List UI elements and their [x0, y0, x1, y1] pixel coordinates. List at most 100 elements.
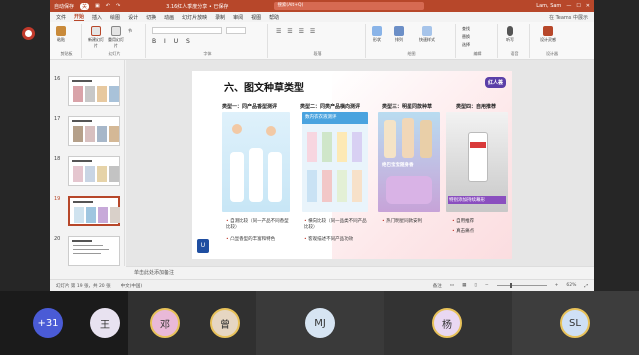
arrange-button[interactable]: 排列	[394, 26, 404, 43]
arrange-icon	[394, 26, 404, 36]
save-icon[interactable]: ▣	[95, 3, 100, 9]
avatar[interactable]: 曾	[210, 308, 240, 338]
language-indicator[interactable]: 中文(中国)	[121, 283, 143, 289]
avatar[interactable]: 王	[90, 308, 120, 338]
reuse-slides-button[interactable]: 重用幻灯片	[107, 26, 125, 49]
tab-slideshow[interactable]: 幻灯片放映	[182, 14, 207, 21]
close-icon[interactable]: ✕	[586, 3, 590, 9]
column-heading: 类型三：明星同款种草	[382, 104, 433, 110]
ribbon-group-editing: 查找 替换 选择 编辑	[458, 24, 498, 58]
zoom-out-icon[interactable]: −	[485, 283, 489, 288]
thumbnail-row[interactable]: 17	[54, 116, 122, 148]
minimize-icon[interactable]: —	[566, 3, 571, 9]
meeting-participants-strip: +31 王 邓 曾 MJ 杨 SL	[0, 291, 639, 355]
tab-review[interactable]: 审阅	[233, 14, 243, 21]
current-slide[interactable]: 六、图文种草类型 红人荟 类型一：同产品香型测评 自测比较（同一产品不同香型比较…	[192, 71, 512, 259]
product-image: 绝巴宝宝随身香	[378, 112, 440, 212]
paste-button[interactable]: 粘贴	[56, 26, 66, 43]
shapes-button[interactable]: 形状	[372, 26, 382, 43]
microphone-icon	[507, 26, 513, 36]
column-heading: 类型二：同类产品横向测评	[300, 104, 361, 110]
product-image	[222, 112, 290, 212]
slide-thumbnail[interactable]	[68, 116, 120, 146]
tab-insert[interactable]: 插入	[92, 14, 102, 21]
search-input[interactable]: 搜索(Alt+Q)	[274, 2, 425, 10]
ribbon-group-voice: 听写 语音	[500, 24, 530, 58]
participant-tile[interactable]: SL	[512, 291, 639, 355]
slide-thumbnail[interactable]	[68, 156, 120, 186]
slide-thumbnail[interactable]	[68, 76, 120, 106]
ribbon-group-clipboard: 粘贴 剪贴板	[52, 24, 82, 58]
undo-icon[interactable]: ↶	[106, 3, 110, 9]
font-name-select[interactable]	[152, 27, 222, 34]
column-heading: 类型四：自用推荐	[456, 104, 497, 110]
overflow-participants-avatar[interactable]: +31	[33, 308, 63, 338]
ribbon-group-designer: 设计灵感 设计器	[532, 24, 572, 58]
shapes-icon	[372, 26, 382, 36]
avatar[interactable]: 杨	[432, 308, 462, 338]
zoom-slider-thumb[interactable]	[510, 283, 513, 288]
maximize-icon[interactable]: ☐	[576, 3, 580, 9]
tab-record[interactable]: 录制	[215, 14, 225, 21]
ribbon: 粘贴 剪贴板 新建幻灯片 重用幻灯片 节 幻灯片 B I U S 字体 ☰ ☰ …	[50, 22, 594, 60]
notes-input[interactable]: 单击此处添加备注	[126, 266, 594, 279]
select-button[interactable]: 选择	[462, 42, 470, 48]
find-button[interactable]: 查找	[462, 26, 470, 32]
tab-draw[interactable]: 绘图	[110, 14, 120, 21]
brand-logo: 红人荟	[484, 77, 506, 88]
normal-view-icon[interactable]: ▭	[450, 283, 454, 288]
column-heading: 类型一：同产品香型测评	[222, 104, 278, 110]
dictate-button[interactable]: 听写	[506, 26, 514, 43]
participant-tile[interactable]: +31 王	[0, 291, 128, 355]
tab-home[interactable]: 开始	[74, 13, 85, 21]
thumbnail-row[interactable]: 20	[54, 236, 122, 268]
slide-sorter-icon[interactable]: ▦	[462, 283, 466, 288]
reading-view-icon[interactable]: ▯	[474, 283, 476, 288]
section-button[interactable]: 节	[128, 28, 132, 34]
zoom-level[interactable]: 62%	[566, 283, 576, 288]
avatar[interactable]: SL	[560, 308, 590, 338]
thumbnail-row[interactable]: 18	[54, 156, 122, 188]
thumbnail-row[interactable]: 16	[54, 76, 122, 108]
ribbon-group-font: B I U S 字体	[148, 24, 268, 58]
font-format-buttons[interactable]: B I U S	[152, 38, 193, 45]
font-size-select[interactable]	[226, 27, 246, 34]
participant-tile[interactable]: 邓 曾	[128, 291, 256, 355]
tab-help[interactable]: 帮助	[269, 14, 279, 21]
tab-view[interactable]: 视图	[251, 14, 261, 21]
replace-button[interactable]: 替换	[462, 34, 470, 40]
present-in-teams-button[interactable]: 在 Teams 中展示	[549, 14, 588, 21]
paragraph-buttons[interactable]: ☰ ☰ ☰ ☰	[276, 28, 317, 35]
tab-transitions[interactable]: 切换	[146, 14, 156, 21]
slide-counter: 幻灯片 第 19 张，共 20 张	[56, 283, 111, 289]
slide-thumbnail[interactable]	[68, 236, 120, 266]
tab-file[interactable]: 文件	[56, 14, 66, 21]
fit-slide-icon[interactable]: ⤢	[584, 283, 588, 289]
avatar[interactable]: 邓	[150, 308, 180, 338]
notes-toggle-button[interactable]: 备注	[433, 283, 442, 289]
product-image: 特别添加持续幕形	[446, 112, 508, 212]
quick-styles-button[interactable]: 快速样式	[416, 26, 438, 43]
unilever-logo: U	[197, 239, 209, 253]
redo-icon[interactable]: ↷	[116, 3, 120, 9]
new-slide-button[interactable]: 新建幻灯片	[87, 26, 105, 49]
avatar[interactable]: MJ	[305, 308, 335, 338]
tab-animations[interactable]: 动画	[164, 14, 174, 21]
zoom-slider[interactable]	[496, 283, 547, 288]
slide-canvas: 六、图文种草类型 红人荟 类型一：同产品香型测评 自测比较（同一产品不同香型比较…	[126, 60, 594, 266]
slide-thumbnail-selected[interactable]	[68, 196, 120, 226]
slide-thumbnail-panel: 16 17 18 19 20	[50, 60, 125, 266]
zoom-in-icon[interactable]: +	[555, 283, 559, 288]
recording-icon	[22, 27, 35, 40]
participant-tile[interactable]: MJ	[256, 291, 384, 355]
paste-icon	[56, 26, 66, 36]
autosave-toggle[interactable]: 关	[80, 2, 90, 10]
tab-design[interactable]: 设计	[128, 14, 138, 21]
user-name[interactable]: Lam, Sam	[536, 3, 561, 9]
participant-tile[interactable]: 杨	[384, 291, 512, 355]
thumbnail-row[interactable]: 19	[54, 196, 122, 228]
design-ideas-button[interactable]: 设计灵感	[540, 26, 556, 43]
autosave-label[interactable]: 自动保存	[54, 3, 74, 10]
screen: 自动保存 关 ▣ ↶ ↷ 3.16红人季度分享 • 已保存 搜索(Alt+Q) …	[0, 0, 639, 355]
title-bar: 自动保存 关 ▣ ↶ ↷ 3.16红人季度分享 • 已保存 搜索(Alt+Q) …	[50, 0, 594, 12]
